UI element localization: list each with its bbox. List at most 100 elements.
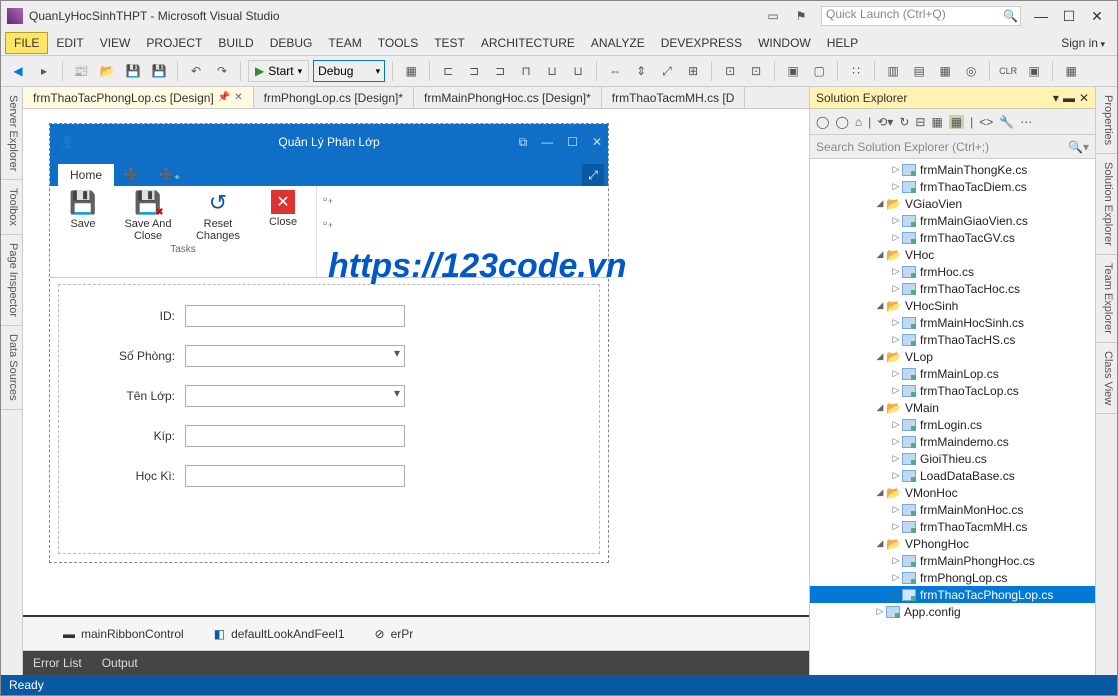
menu-project[interactable]: PROJECT xyxy=(138,33,210,53)
tray-ribbon[interactable]: ▬mainRibbonControl xyxy=(63,627,184,641)
expander-icon[interactable]: ▷ xyxy=(890,504,902,515)
tab-2[interactable]: frmMainPhongHoc.cs [Design]* xyxy=(414,87,602,108)
tree-node[interactable]: ◢📂VMain xyxy=(810,399,1095,416)
redo-button[interactable]: ↷ xyxy=(211,60,233,82)
tree-node[interactable]: ◢📂VHocSinh xyxy=(810,297,1095,314)
ribbon-add-group-icon[interactable]: ➕ xyxy=(114,164,149,186)
expander-icon[interactable]: ◢ xyxy=(874,198,886,209)
close-tab-icon[interactable]: ✕ xyxy=(234,92,242,103)
tree-node[interactable]: ▷frmThaoTacLop.cs xyxy=(810,382,1095,399)
vtab-toolbox[interactable]: Toolbox xyxy=(1,180,22,235)
menu-team[interactable]: TEAM xyxy=(320,33,369,53)
expander-icon[interactable]: ▷ xyxy=(890,317,902,328)
close-button[interactable]: ✕ xyxy=(1083,5,1111,27)
tree-node[interactable]: ▷App.config xyxy=(810,603,1095,620)
save-button[interactable]: 💾 xyxy=(122,60,144,82)
expander-icon[interactable]: ◢ xyxy=(874,249,886,260)
feedback-icon[interactable]: ⚑ xyxy=(789,4,813,28)
form-maximize-icon[interactable]: ☐ xyxy=(567,135,578,150)
extra7-icon[interactable]: ▣ xyxy=(1023,60,1045,82)
send-back-icon[interactable]: ▢ xyxy=(808,60,830,82)
form-minimize-icon[interactable]: — xyxy=(541,135,553,150)
undo-button[interactable]: ↶ xyxy=(185,60,207,82)
vtab-team-explorer[interactable]: Team Explorer xyxy=(1096,255,1117,343)
expander-icon[interactable]: ◢ xyxy=(874,538,886,549)
quick-launch-input[interactable]: Quick Launch (Ctrl+Q) 🔍 xyxy=(821,6,1021,26)
se-home-icon[interactable]: ⌂ xyxy=(855,115,862,129)
tree-node[interactable]: ▷frmThaoTacGV.cs xyxy=(810,229,1095,246)
menu-window[interactable]: WINDOW xyxy=(750,33,819,53)
tree-node[interactable]: ◢📂VMonHoc xyxy=(810,484,1095,501)
se-props-icon[interactable]: ▦ xyxy=(949,115,964,129)
start-button[interactable]: ▶Start▾ xyxy=(248,60,309,82)
menu-devexpress[interactable]: DEVEXPRESS xyxy=(653,33,750,53)
tree-node[interactable]: ▷frmMainPhongHoc.cs xyxy=(810,552,1095,569)
save-all-button[interactable]: 💾 xyxy=(148,60,170,82)
align-middle-icon[interactable]: ⊔ xyxy=(541,60,563,82)
new-project-button[interactable]: 📰 xyxy=(70,60,92,82)
solexp-search[interactable]: Search Solution Explorer (Ctrl+;) 🔍▾ xyxy=(810,135,1095,159)
tree-node[interactable]: ▷GioiThieu.cs xyxy=(810,450,1095,467)
tree-node[interactable]: ▷frmThaoTacHS.cs xyxy=(810,331,1095,348)
se-sync-icon[interactable]: ⟲▾ xyxy=(877,115,893,129)
tree-node[interactable]: ▷frmThaoTacmMH.cs xyxy=(810,518,1095,535)
expander-icon[interactable]: ▷ xyxy=(890,266,902,277)
menu-debug[interactable]: DEBUG xyxy=(262,33,321,53)
menu-tools[interactable]: TOOLS xyxy=(370,33,426,53)
cth-icon[interactable]: ⊡ xyxy=(719,60,741,82)
form-close-icon[interactable]: ✕ xyxy=(592,135,602,150)
tree-node[interactable]: ▷frmMainLop.cs xyxy=(810,365,1095,382)
expander-icon[interactable]: ◢ xyxy=(874,300,886,311)
ribbon-reset-button[interactable]: ↺ Reset Changes xyxy=(188,190,248,242)
expander-icon[interactable]: ▷ xyxy=(890,368,902,379)
tree-node[interactable]: ◢📂VHoc xyxy=(810,246,1095,263)
se-showall-icon[interactable]: ▦ xyxy=(931,115,942,129)
se-code-icon[interactable]: <> xyxy=(979,115,993,129)
open-button[interactable]: 📂 xyxy=(96,60,118,82)
ribbon-expand-icon[interactable]: ⤢ xyxy=(582,164,604,186)
minimize-button[interactable]: — xyxy=(1027,5,1055,27)
expander-icon[interactable]: ▷ xyxy=(890,164,902,175)
config-dropdown[interactable]: Debug▾ xyxy=(313,60,385,82)
expander-icon[interactable]: ▷ xyxy=(874,606,886,617)
tab-3[interactable]: frmThaoTacmMH.cs [D xyxy=(602,87,746,108)
ribbon-close-button[interactable]: ✕ Close xyxy=(258,190,308,242)
expander-icon[interactable]: ◢ xyxy=(874,402,886,413)
solexp-tree[interactable]: ▷frmMainThongKe.cs▷frmThaoTacDiem.cs◢📂VG… xyxy=(810,159,1095,675)
tree-node[interactable]: ▷frmHoc.cs xyxy=(810,263,1095,280)
expander-icon[interactable]: ▷ xyxy=(890,232,902,243)
form-restore-icon[interactable]: ⧉ xyxy=(519,135,528,150)
solexp-dropdown-icon[interactable]: ▾ xyxy=(1053,91,1059,105)
ribbon-add-group2-icon[interactable]: ▫₊ xyxy=(323,216,334,230)
expander-icon[interactable]: ▷ xyxy=(890,555,902,566)
tree-node[interactable]: ◢📂VPhongHoc xyxy=(810,535,1095,552)
menu-view[interactable]: VIEW xyxy=(92,33,139,53)
ribbon-saveclose-button[interactable]: 💾✖ Save And Close xyxy=(118,190,178,242)
extra3-icon[interactable]: ▤ xyxy=(908,60,930,82)
input-hocki[interactable] xyxy=(185,465,405,487)
expander-icon[interactable]: ▷ xyxy=(890,589,902,600)
vtab-page-inspector[interactable]: Page Inspector xyxy=(1,235,22,326)
tree-node[interactable]: ▷frmMainThongKe.cs xyxy=(810,161,1095,178)
tree-node[interactable]: ◢📂VLop xyxy=(810,348,1095,365)
tree-node[interactable]: ▷frmPhongLop.cs xyxy=(810,569,1095,586)
menu-file[interactable]: FILE xyxy=(5,32,48,54)
extra4-icon[interactable]: ▦ xyxy=(934,60,956,82)
design-surface[interactable]: 👤 Quản Lý Phân Lớp ⧉ — ☐ ✕ Home ➕ ➕₊ ⤢ xyxy=(23,109,809,615)
expander-icon[interactable]: ▷ xyxy=(890,334,902,345)
tray-lookfeel[interactable]: ◧defaultLookAndFeel1 xyxy=(214,627,345,641)
menu-edit[interactable]: EDIT xyxy=(48,33,91,53)
align-top-icon[interactable]: ⊓ xyxy=(515,60,537,82)
nav-fwd-button[interactable]: ▸ xyxy=(33,60,55,82)
ribbon-save-button[interactable]: 💾 Save xyxy=(58,190,108,242)
extra2-icon[interactable]: ▥ xyxy=(882,60,904,82)
ribbon-add-item-icon[interactable]: ▫₊ xyxy=(323,192,334,206)
extra6-icon[interactable]: CLR xyxy=(997,60,1019,82)
bring-front-icon[interactable]: ▣ xyxy=(782,60,804,82)
expander-icon[interactable]: ▷ xyxy=(890,215,902,226)
se-refresh-icon[interactable]: ↻ xyxy=(899,115,909,129)
expander-icon[interactable]: ◢ xyxy=(874,351,886,362)
dist-icon[interactable]: ⊞ xyxy=(682,60,704,82)
se-more-icon[interactable]: ⋯ xyxy=(1020,115,1032,129)
tray-errorprovider[interactable]: ⊘erPr xyxy=(375,627,414,641)
